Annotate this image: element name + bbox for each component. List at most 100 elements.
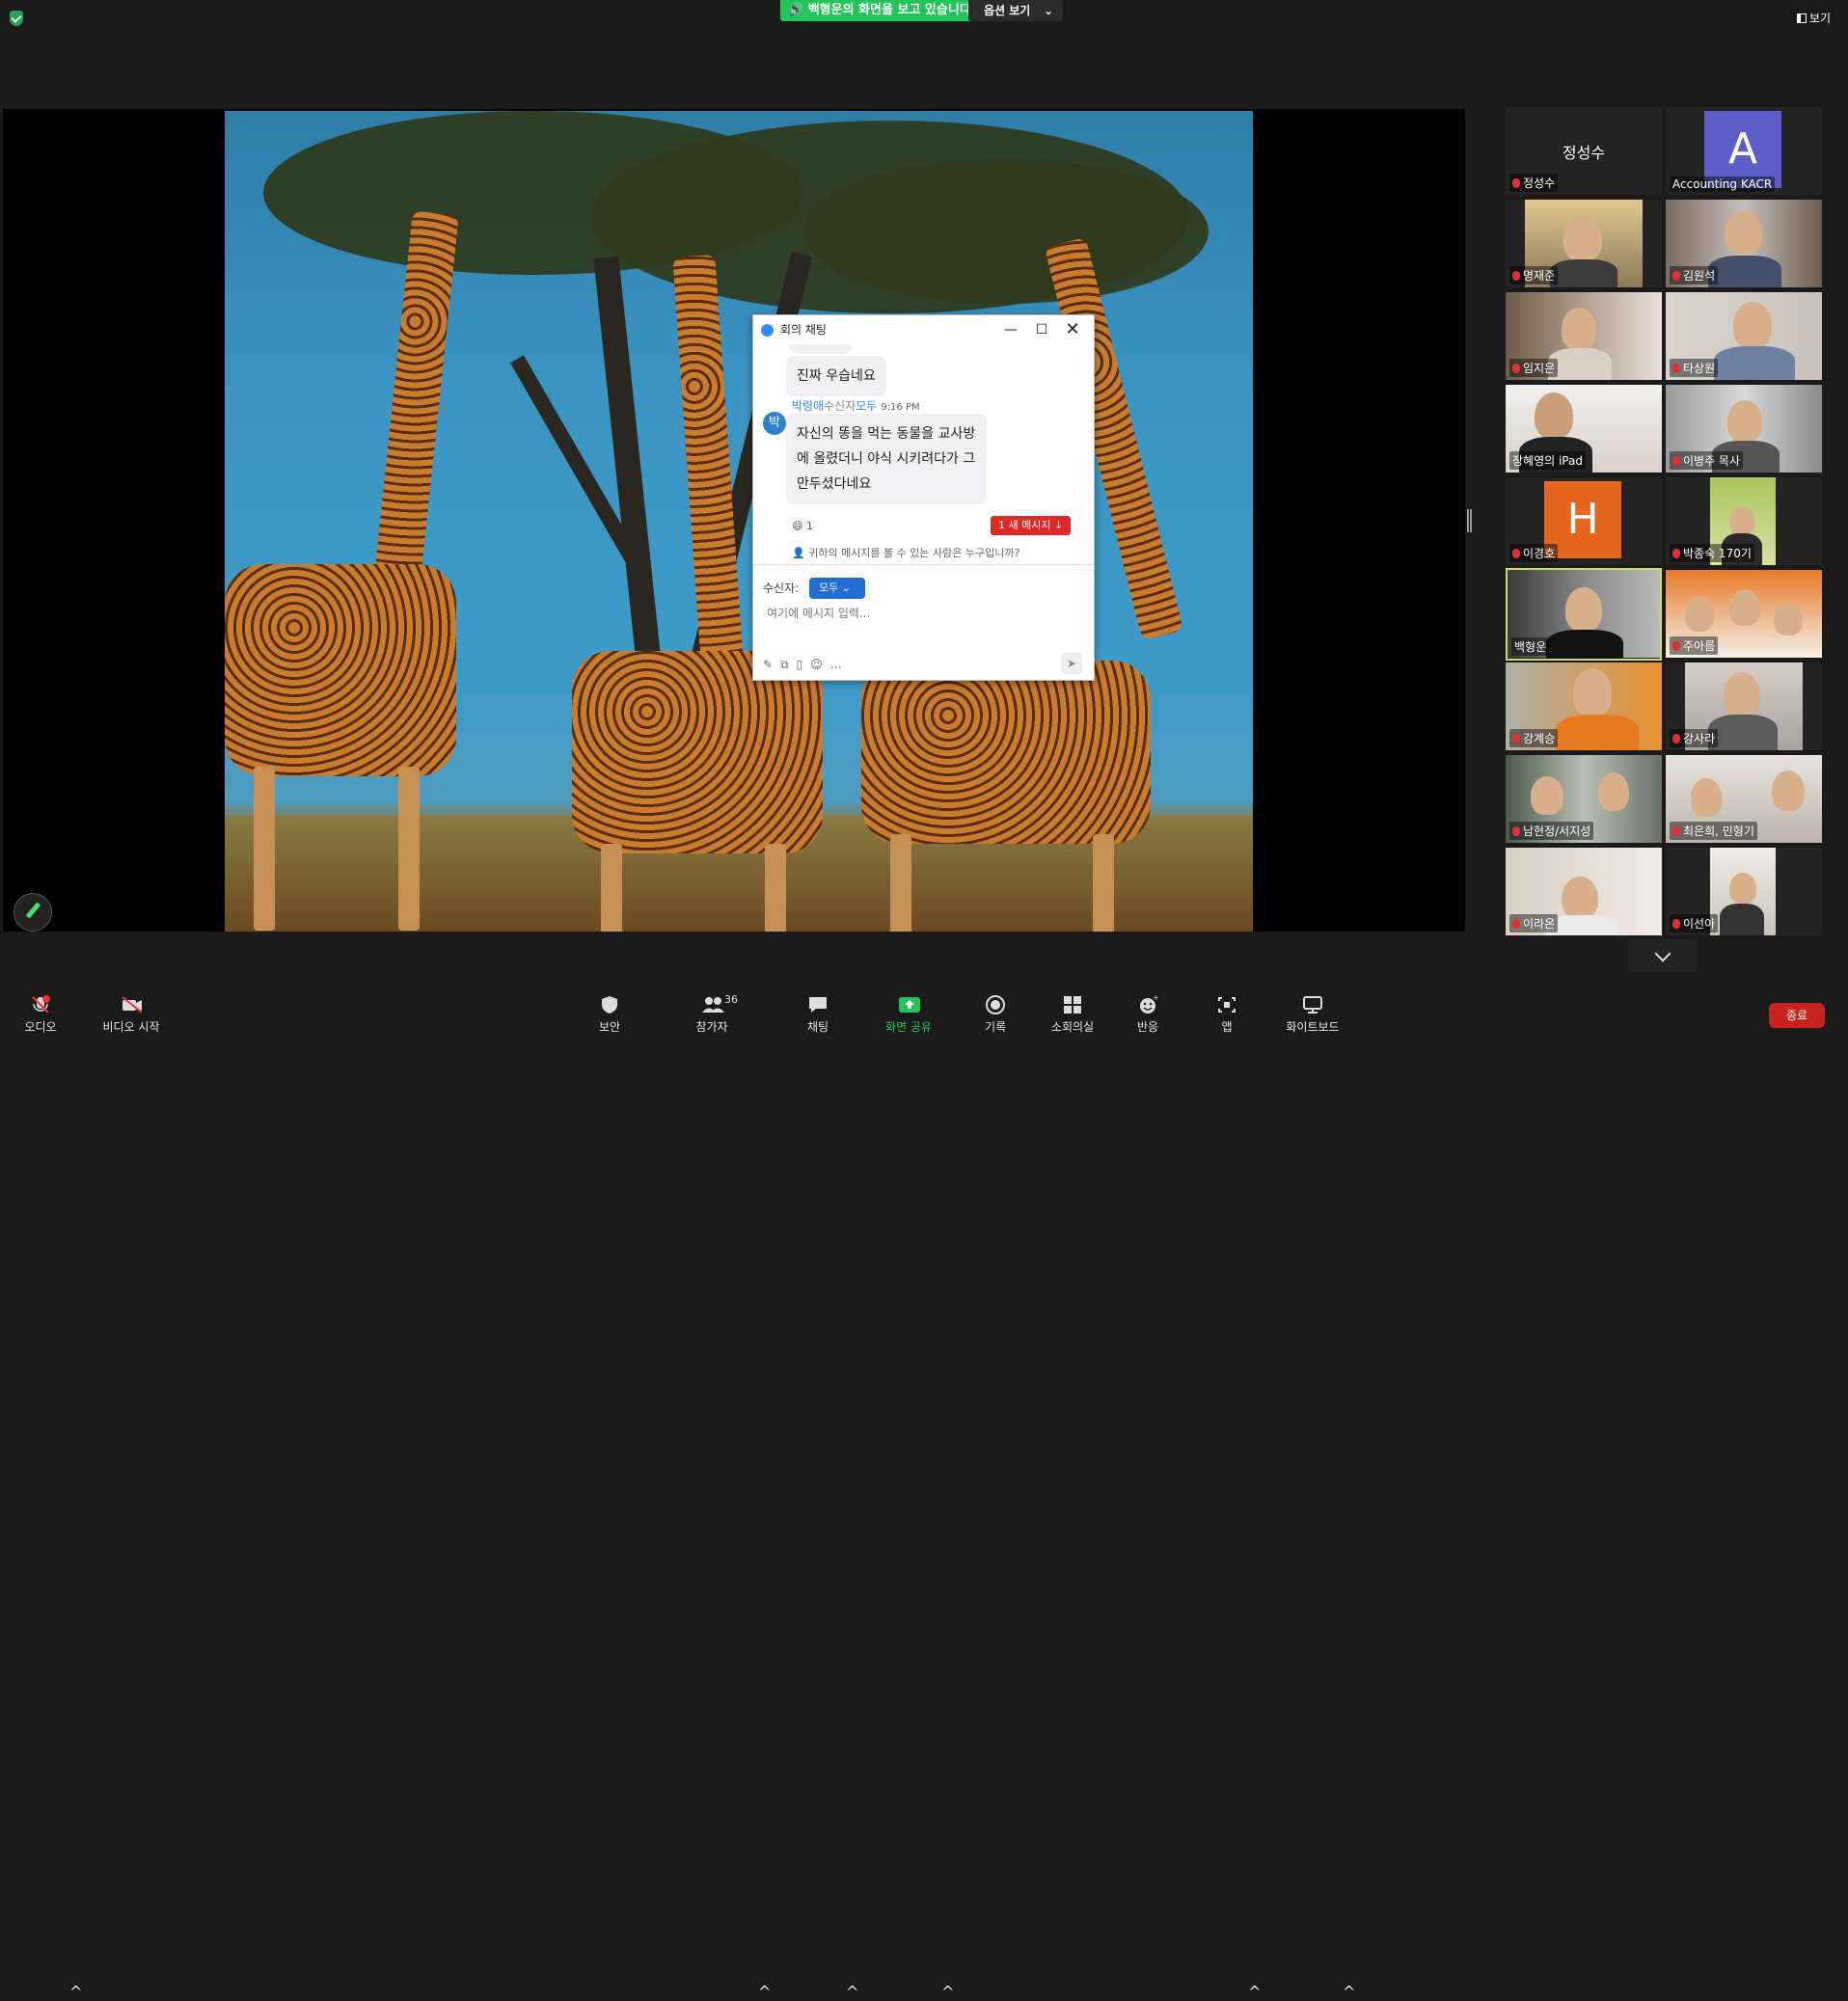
whiteboard-options-caret[interactable]: ^ [1343, 1983, 1355, 2001]
share-screen-button[interactable]: 화면 공유 [870, 995, 947, 1035]
participant-tile[interactable]: 남현정/서지성 [1506, 755, 1662, 843]
participant-tile[interactable]: 박종숙 170기 [1666, 477, 1822, 565]
reaction-smiley-icon: + [1137, 993, 1159, 1014]
mic-muted-icon [1512, 919, 1520, 929]
share-status-banner: 🔊 백형운의 화면을 보고 있습니다 [780, 0, 979, 21]
new-messages-label: 1 새 메시지 [998, 519, 1051, 531]
participant-tile[interactable]: H 이경호 [1506, 477, 1662, 565]
participant-tile[interactable]: A Accounting KACR [1666, 107, 1822, 195]
reaction-count: 1 [805, 520, 813, 532]
participant-tile[interactable]: 최은희, 민형기 [1666, 755, 1822, 843]
participant-tile[interactable]: 임지은 [1506, 292, 1662, 380]
participant-name-text: 타상원 [1683, 362, 1716, 375]
recipient-value: 모두 [819, 581, 839, 594]
participant-tile[interactable]: 장혜영의 iPad [1506, 385, 1662, 473]
screenshot-icon[interactable]: ⧉ [780, 658, 797, 671]
close-icon[interactable]: ✕ [1059, 315, 1086, 344]
audio-button[interactable]: 오디오 [2, 995, 79, 1035]
chat-button[interactable]: 채팅 [779, 995, 856, 1035]
format-icon[interactable]: ✎ [763, 658, 780, 671]
view-options-label: 옵션 보기 [984, 4, 1031, 17]
chevron-down-icon: ⌄ [1043, 4, 1053, 17]
participant-name-text: 임지은 [1523, 362, 1556, 375]
apps-options-caret[interactable]: ^ [1248, 1983, 1261, 2001]
share-options-caret[interactable]: ^ [941, 1983, 954, 2001]
end-meeting-button[interactable]: 종료 [1769, 1003, 1825, 1028]
recipient-select[interactable]: 모두 ⌄ [809, 578, 865, 599]
view-button[interactable]: 보기 [1796, 10, 1831, 26]
sender-to: 모두 [856, 399, 878, 413]
avatar: 박 [763, 412, 786, 435]
message-input[interactable] [767, 607, 1075, 620]
chat-options-caret[interactable]: ^ [846, 1983, 858, 2001]
chat-label: 채팅 [806, 1020, 829, 1034]
reactions-label: 반응 [1136, 1020, 1159, 1034]
participant-name-text: 이병주 목사 [1683, 454, 1741, 468]
whiteboard-label: 화이트보드 [1286, 1020, 1340, 1034]
maximize-icon[interactable]: ☐ [1028, 315, 1055, 344]
security-button[interactable]: 보안 [571, 995, 648, 1035]
participants-button[interactable]: 36 참가자 [673, 993, 750, 1035]
participant-tile[interactable]: 김원석 [1666, 200, 1822, 287]
start-video-button[interactable]: 비디오 시작 [93, 995, 170, 1035]
chat-icon [807, 995, 829, 1014]
reactions-button[interactable]: + 반응 [1109, 993, 1186, 1035]
participant-name-text: Accounting KACR [1672, 177, 1773, 191]
mic-muted-icon [1512, 549, 1520, 558]
participant-name: 정성수 [1509, 174, 1559, 192]
mic-muted-icon [1672, 549, 1680, 558]
file-icon[interactable]: ▯ [797, 658, 811, 671]
participant-name: 박종숙 170기 [1670, 544, 1754, 562]
who-can-see-link[interactable]: 👤 귀하의 메시지를 볼 수 있는 사람은 누구입니까? [792, 545, 1019, 560]
participant-tile[interactable]: 이선아 [1666, 848, 1822, 935]
message-bubble-prev [790, 344, 852, 354]
send-icon[interactable]: ➤ [1061, 653, 1082, 674]
end-label: 종료 [1785, 1009, 1808, 1022]
participant-name: 김원석 [1670, 266, 1719, 284]
participant-name-text: 강사라 [1683, 732, 1716, 745]
participant-tile[interactable]: 이라온 [1506, 848, 1662, 935]
participant-name: 임지은 [1509, 359, 1559, 377]
chat-titlebar: 회의 채팅 — ☐ ✕ [753, 315, 1094, 344]
record-button[interactable]: 기록 [957, 995, 1034, 1035]
emoji-icon[interactable]: ☺ [810, 658, 830, 671]
participant-name-text: 주아름 [1683, 639, 1716, 653]
new-messages-button[interactable]: 1 새 메시지 ↓ [991, 516, 1072, 535]
mic-muted-icon [1672, 456, 1680, 466]
breakout-rooms-button[interactable]: 소회의실 [1034, 995, 1111, 1035]
participant-tile[interactable]: 정성수 정성수 [1506, 107, 1662, 195]
person-icon: 👤 [792, 547, 805, 559]
participant-tile[interactable]: 타상원 [1666, 292, 1822, 380]
participant-tile[interactable]: 강계승 [1506, 662, 1662, 750]
more-icon[interactable]: … [830, 658, 850, 671]
participants-options-caret[interactable]: ^ [758, 1983, 771, 2001]
participant-name: 강계승 [1509, 729, 1559, 747]
security-shield-icon[interactable] [10, 11, 23, 26]
divider [753, 564, 1094, 565]
participant-tile[interactable]: 강사라 [1666, 662, 1822, 750]
view-options-button[interactable]: 옵션 보기 ⌄ [968, 0, 1063, 21]
chat-messages[interactable]: 진짜 우습네요 박령애수신자모두 9:16 PM 박 자신의 똥을 먹는 동물을 … [753, 344, 1094, 537]
gallery-scroll-down-button[interactable] [1628, 939, 1698, 972]
mic-muted-icon [1672, 641, 1680, 651]
audio-label: 오디오 [24, 1020, 57, 1034]
participant-tile[interactable]: 이병주 목사 [1666, 385, 1822, 473]
who-can-see-text: 귀하의 메시지를 볼 수 있는 사람은 누구입니까? [808, 547, 1020, 559]
minimize-icon[interactable]: — [997, 315, 1024, 344]
shared-image-giraffes [225, 111, 1253, 932]
participant-tile[interactable]: 명재준 [1506, 200, 1662, 287]
reaction-badge[interactable]: 😄 1 [792, 520, 813, 532]
share-label: 화면 공유 [885, 1020, 932, 1034]
message-time: 9:16 PM [881, 402, 920, 413]
participant-tile-active-speaker[interactable]: 백형운 [1506, 568, 1662, 661]
view-label: 보기 [1808, 12, 1831, 25]
participant-name: 주아름 [1670, 636, 1719, 655]
whiteboard-button[interactable]: 화이트보드 [1273, 995, 1352, 1035]
message-bubble: 진짜 우습네요 [786, 356, 886, 396]
annotate-pen-button[interactable] [14, 893, 52, 932]
apps-button[interactable]: 앱 [1188, 995, 1265, 1035]
mic-muted-icon [1512, 364, 1520, 373]
resize-handle[interactable] [1467, 509, 1472, 532]
audio-options-caret[interactable]: ^ [69, 1983, 82, 2001]
participant-tile[interactable]: 주아름 [1666, 570, 1822, 658]
